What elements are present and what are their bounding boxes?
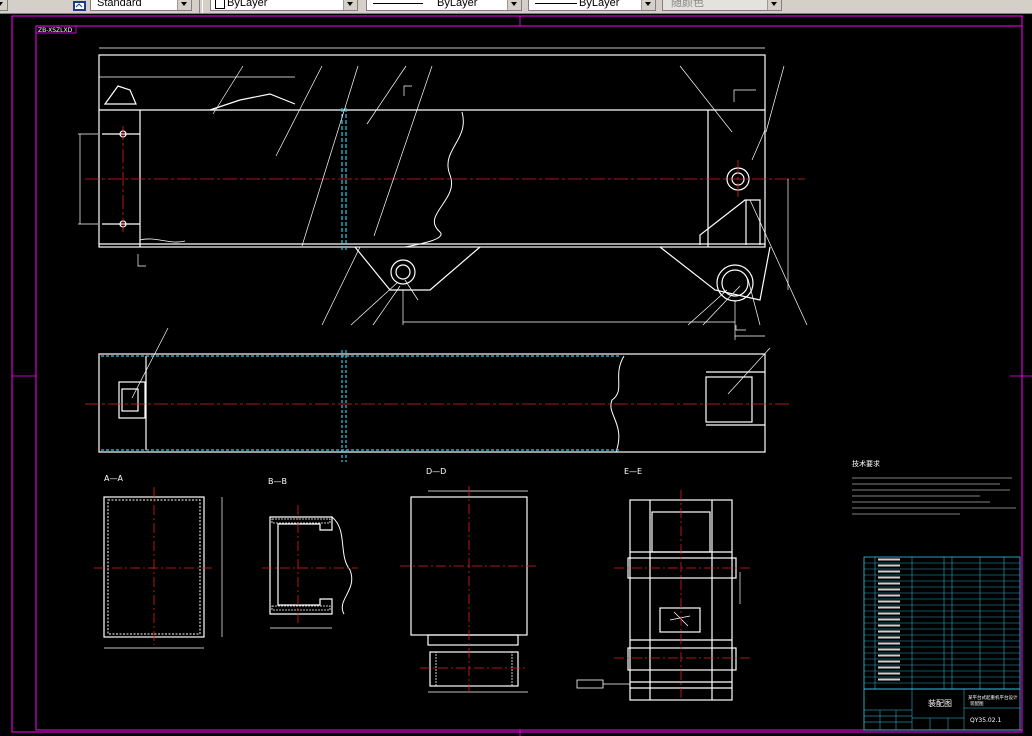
tech-requirements-text bbox=[852, 477, 1016, 515]
bom-row-mark bbox=[878, 648, 900, 651]
front-view bbox=[98, 54, 771, 302]
chevron-down-icon[interactable] bbox=[641, 0, 655, 10]
color-dropdown[interactable]: ByLayer bbox=[210, 0, 358, 11]
bom-row-mark bbox=[878, 582, 900, 585]
bom-row-mark bbox=[878, 654, 900, 657]
text-style-value: Standard bbox=[97, 0, 142, 9]
bom-row-mark bbox=[878, 564, 900, 567]
bom-row-mark bbox=[878, 666, 900, 669]
bom-row-mark bbox=[878, 660, 900, 663]
bom-row-mark bbox=[878, 630, 900, 633]
bom-row-mark bbox=[878, 570, 900, 573]
section-d-centerlines bbox=[400, 486, 538, 692]
section-a-label: A—A bbox=[104, 474, 123, 483]
chevron-down-icon[interactable] bbox=[507, 0, 521, 10]
section-a-centerlines bbox=[94, 487, 214, 645]
section-b-view bbox=[269, 516, 353, 629]
bom-row-mark bbox=[878, 606, 900, 609]
drawing-canvas[interactable]: ZB-XSZLXD A—A B—B D—D E—E 技术要求 装配图 某平台式起… bbox=[0, 14, 1032, 736]
top-view-leaders bbox=[131, 327, 771, 399]
plot-style-dropdown: 随颜色 bbox=[662, 0, 782, 11]
section-d-view bbox=[410, 490, 528, 693]
linetype-preview bbox=[373, 3, 423, 4]
chevron-down-icon bbox=[767, 0, 781, 10]
bom-row-mark bbox=[878, 558, 900, 561]
properties-toolbar: Standard ByLayer ByLayer ByLayer 随颜色 bbox=[0, 0, 1032, 14]
section-e-label: E—E bbox=[624, 467, 642, 476]
chevron-down-icon[interactable] bbox=[343, 0, 357, 10]
section-e-centerlines bbox=[614, 490, 750, 700]
top-view bbox=[98, 353, 766, 453]
linetype-value: ByLayer bbox=[437, 0, 478, 9]
plot-style-value: 随颜色 bbox=[671, 0, 704, 9]
top-view-hidden-lines bbox=[101, 350, 620, 462]
bom-row-mark bbox=[878, 642, 900, 645]
drawing-number: QY35.02.1 bbox=[970, 717, 1001, 724]
bom-row-mark bbox=[878, 678, 900, 681]
dimension-style-dropdown[interactable] bbox=[0, 0, 8, 11]
sheet-name: 装配图 bbox=[970, 700, 984, 707]
bom-row-mark bbox=[878, 576, 900, 579]
toolbar-separator bbox=[199, 0, 203, 13]
bom-row-mark bbox=[878, 636, 900, 639]
bill-of-materials bbox=[863, 556, 1021, 690]
title-block: 装配图 某平台式起重机平台设计 装配图 QY35.02.1 bbox=[863, 688, 1021, 731]
lineweight-preview bbox=[535, 3, 577, 4]
bom-row-mark bbox=[878, 600, 900, 603]
tech-requirements-title: 技术要求 bbox=[852, 459, 880, 468]
section-a-view bbox=[103, 496, 223, 649]
front-view-centerlines bbox=[85, 126, 805, 232]
drawing-frame bbox=[35, 25, 1023, 731]
bom-row-mark bbox=[878, 618, 900, 621]
text-style-icon[interactable] bbox=[72, 0, 88, 11]
section-e-view bbox=[576, 499, 741, 701]
bom-row-mark bbox=[878, 588, 900, 591]
bom-row-mark bbox=[878, 594, 900, 597]
frame-center-marks bbox=[12, 16, 1032, 736]
lineweight-dropdown[interactable]: ByLayer bbox=[528, 0, 656, 11]
bom-row-mark bbox=[878, 612, 900, 615]
chevron-down-icon[interactable] bbox=[177, 0, 191, 10]
linetype-dropdown[interactable]: ByLayer bbox=[366, 0, 522, 11]
text-style-dropdown[interactable]: Standard bbox=[90, 0, 192, 11]
bom-row-mark bbox=[878, 624, 900, 627]
chevron-down-icon[interactable] bbox=[0, 0, 7, 10]
color-swatch-icon bbox=[215, 0, 225, 9]
bom-row-mark bbox=[878, 672, 900, 675]
section-d-label: D—D bbox=[426, 467, 446, 476]
paper-border bbox=[11, 15, 1023, 733]
project-name: 某平台式起重机平台设计 bbox=[968, 694, 1018, 701]
front-view-leaders bbox=[78, 47, 808, 340]
color-value: ByLayer bbox=[227, 0, 268, 9]
lineweight-value: ByLayer bbox=[579, 0, 620, 9]
drawing-name: 装配图 bbox=[928, 698, 952, 708]
frame-code: ZB-XSZLXD bbox=[38, 27, 73, 34]
section-b-label: B—B bbox=[268, 477, 287, 486]
